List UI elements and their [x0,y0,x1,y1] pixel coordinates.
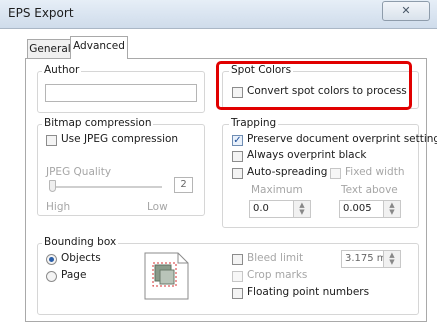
tab-general-label: General [29,43,71,55]
floating-point-checkbox[interactable] [232,288,243,299]
jpeg-quality-slider-thumb[interactable] [49,180,56,192]
bitmap-compression-group-label: Bitmap compression [42,117,154,129]
highlight-annotation [216,61,412,110]
text-above-label: Text above [341,184,398,196]
trapping-group-label: Trapping [229,117,279,129]
preserve-overprint-checkbox[interactable]: ✓ [232,135,243,146]
page-radio-label: Page [61,269,87,281]
check-icon: ✓ [233,135,242,146]
auto-spreading-checkbox[interactable] [232,168,243,179]
jpeg-quality-label: JPEG Quality [46,166,112,178]
jpeg-quality-value[interactable]: 2 [174,177,193,193]
crop-marks-label: Crop marks [247,269,308,281]
maximum-label: Maximum [251,184,303,196]
tab-general[interactable]: General [27,39,73,59]
window-title: EPS Export [8,6,74,20]
always-overprint-checkbox[interactable] [232,151,243,162]
always-overprint-label: Always overprint black [247,149,367,161]
objects-radio-label: Objects [61,252,101,264]
author-group-label: Author [42,64,82,76]
chevron-down-icon: ▼ [389,258,395,266]
document-bounding-preview-icon [144,252,189,300]
bleed-limit-label: Bleed limit [247,252,304,264]
floating-point-label: Floating point numbers [247,286,370,298]
maximum-value: 0.0 [253,203,269,214]
jpeg-low-label: Low [147,201,168,213]
fixed-width-checkbox[interactable] [330,168,341,179]
maximum-spin-buttons[interactable]: ▲ ▼ [293,201,310,217]
close-button[interactable]: ✕ [382,1,430,21]
close-icon: ✕ [401,4,411,17]
auto-spreading-label: Auto-spreading [247,166,328,178]
page-radio[interactable] [46,271,57,282]
preserve-overprint-label: Preserve document overprint settings [247,133,437,145]
chevron-down-icon: ▼ [389,208,395,216]
jpeg-quality-slider-track [50,186,162,188]
tab-advanced-label: Advanced [73,40,125,52]
text-above-value: 0.005 [343,203,372,214]
bounding-box-group-label: Bounding box [42,236,119,248]
use-jpeg-label: Use JPEG compression [61,133,179,145]
text-above-spin-buttons[interactable]: ▲ ▼ [383,201,400,217]
chevron-down-icon: ▼ [299,208,305,216]
objects-radio[interactable] [46,254,57,265]
bleed-limit-spin-buttons[interactable]: ▲ ▼ [383,251,400,267]
use-jpeg-checkbox[interactable] [46,135,57,146]
fixed-width-label: Fixed width [345,166,405,178]
bleed-limit-checkbox[interactable] [232,254,243,265]
crop-marks-checkbox[interactable] [232,271,243,282]
jpeg-high-label: High [46,201,71,213]
author-input[interactable] [45,84,197,102]
tab-advanced[interactable]: Advanced [70,36,128,59]
